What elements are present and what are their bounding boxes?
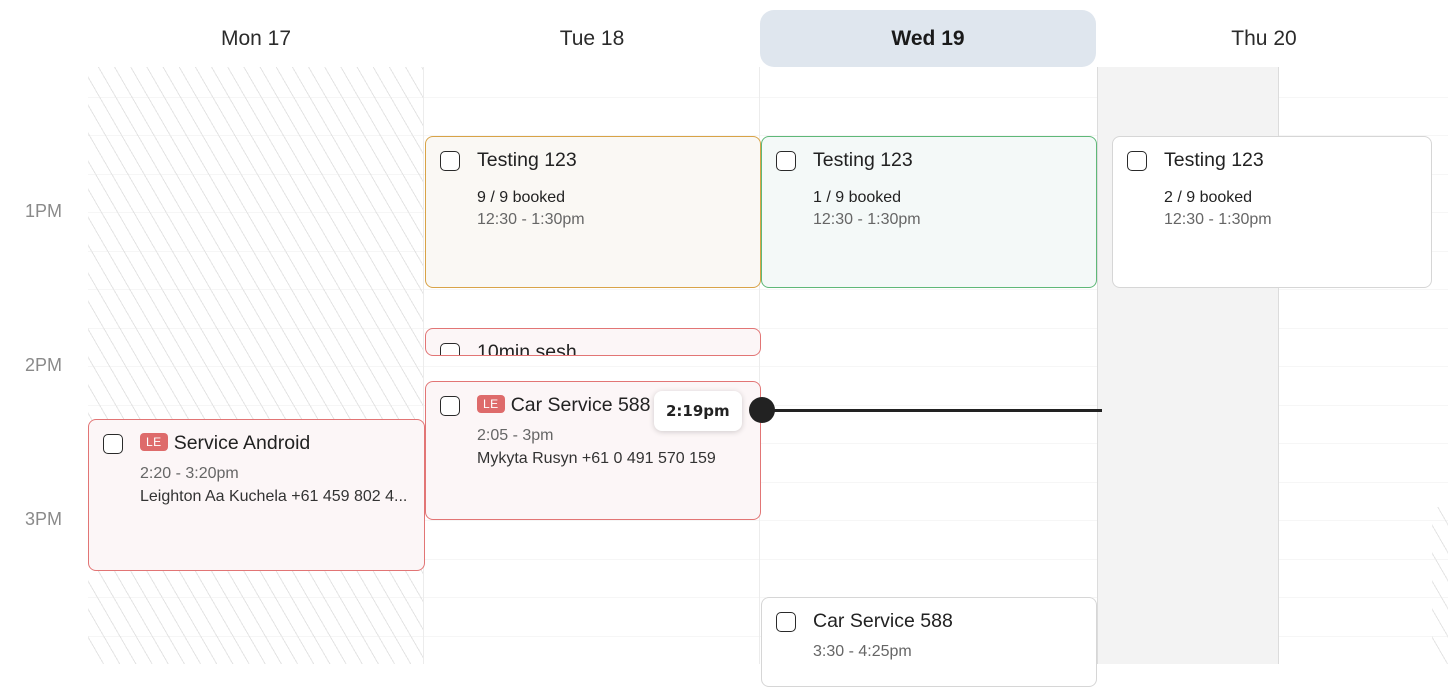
event-checkbox[interactable] <box>440 396 460 416</box>
event-title: Testing 123 <box>477 149 577 171</box>
event-booked-count: 2 / 9 booked <box>1164 189 1253 206</box>
staff-badge: LE <box>477 395 505 413</box>
day-header-tue[interactable]: Tue 18 <box>424 10 760 67</box>
event-time: 12:30 - 1:30pm <box>1164 211 1272 228</box>
current-time-line <box>762 409 1102 412</box>
day-header-wed-today[interactable]: Wed 19 <box>760 10 1096 67</box>
event-title: Testing 123 <box>1164 149 1264 171</box>
event-tue-10min-sesh[interactable]: 10min sesh <box>425 328 761 356</box>
event-title: LE Service Android <box>140 432 310 455</box>
day-header-thu[interactable]: Thu 20 <box>1096 10 1432 67</box>
event-mon-service-android[interactable]: LE Service Android 2:20 - 3:20pm Leighton… <box>88 419 425 571</box>
event-booked-count: 1 / 9 booked <box>813 189 902 206</box>
current-time-dot <box>749 397 775 423</box>
event-wed-car-service[interactable]: Car Service 588 3:30 - 4:25pm <box>761 597 1097 687</box>
event-tue-testing-123[interactable]: Testing 123 9 / 9 booked 12:30 - 1:30pm <box>425 136 761 288</box>
event-title: LE Car Service 588 <box>477 394 651 417</box>
event-time: 2:05 - 3pm <box>477 427 554 444</box>
event-title: 10min sesh <box>477 341 577 356</box>
event-title-text: Car Service 588 <box>510 394 651 416</box>
unavailable-hatch-mon <box>88 67 424 664</box>
unavailable-hatch-fri <box>1432 507 1448 664</box>
column-divider <box>423 67 424 664</box>
hour-label-3pm: 3PM <box>24 509 62 529</box>
event-checkbox[interactable] <box>103 434 123 454</box>
event-thu-testing-123[interactable]: Testing 123 2 / 9 booked 12:30 - 1:30pm <box>1112 136 1432 288</box>
event-wed-testing-123[interactable]: Testing 123 1 / 9 booked 12:30 - 1:30pm <box>761 136 1097 288</box>
event-title: Car Service 588 <box>813 610 953 632</box>
event-customer: Mykyta Rusyn +61 0 491 570 159 <box>477 450 716 467</box>
event-customer: Leighton Aa Kuchela +61 459 802 4... <box>140 488 408 505</box>
week-header: Mon 17 Tue 18 Wed 19 Thu 20 <box>0 0 1448 67</box>
event-checkbox[interactable] <box>440 151 460 171</box>
hour-label-1pm: 1PM <box>24 201 62 221</box>
event-time: 12:30 - 1:30pm <box>477 211 585 228</box>
event-title: Testing 123 <box>813 149 913 171</box>
event-checkbox[interactable] <box>776 612 796 632</box>
current-time-label: 2:19pm <box>654 391 742 431</box>
event-time: 12:30 - 1:30pm <box>813 211 921 228</box>
event-time: 3:30 - 4:25pm <box>813 643 912 660</box>
day-header-mon[interactable]: Mon 17 <box>88 10 424 67</box>
event-checkbox[interactable] <box>776 151 796 171</box>
event-booked-count: 9 / 9 booked <box>477 189 566 206</box>
staff-badge: LE <box>140 433 168 451</box>
event-time: 2:20 - 3:20pm <box>140 465 239 482</box>
event-checkbox[interactable] <box>440 343 460 355</box>
hour-label-2pm: 2PM <box>24 355 62 375</box>
event-title-text: Service Android <box>173 432 311 454</box>
event-checkbox[interactable] <box>1127 151 1147 171</box>
